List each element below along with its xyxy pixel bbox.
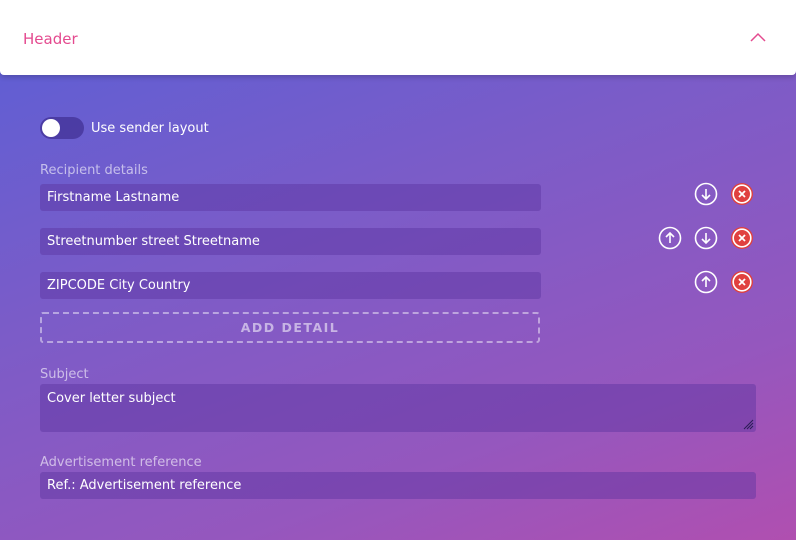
subject-value: Cover letter subject	[47, 391, 176, 406]
resize-grip-icon[interactable]	[742, 418, 754, 430]
delete-icon[interactable]	[730, 226, 754, 250]
advertisement-reference-input[interactable]: Ref.: Advertisement reference	[40, 472, 756, 499]
sender-layout-toggle[interactable]	[40, 117, 84, 139]
delete-icon[interactable]	[730, 182, 754, 206]
advertisement-reference-label: Advertisement reference	[40, 455, 202, 470]
recipient-details-label: Recipient details	[40, 163, 148, 178]
move-down-icon[interactable]	[694, 226, 718, 250]
toggle-knob	[42, 119, 60, 137]
recipient-line-3-input[interactable]: ZIPCODE City Country	[40, 272, 541, 299]
subject-label: Subject	[40, 367, 89, 382]
recipient-line-1-input[interactable]: Firstname Lastname	[40, 184, 541, 211]
subject-textarea[interactable]: Cover letter subject	[40, 384, 756, 432]
recipient-line-2-input[interactable]: Streetnumber street Streetname	[40, 228, 541, 255]
header-panel[interactable]: Header	[0, 0, 796, 75]
move-up-icon[interactable]	[658, 226, 682, 250]
chevron-up-icon[interactable]	[749, 30, 767, 44]
sender-layout-label: Use sender layout	[91, 121, 209, 136]
header-title: Header	[23, 30, 78, 48]
move-down-icon[interactable]	[694, 182, 718, 206]
add-detail-button[interactable]: ADD DETAIL	[40, 312, 540, 343]
move-up-icon[interactable]	[694, 270, 718, 294]
delete-icon[interactable]	[730, 270, 754, 294]
